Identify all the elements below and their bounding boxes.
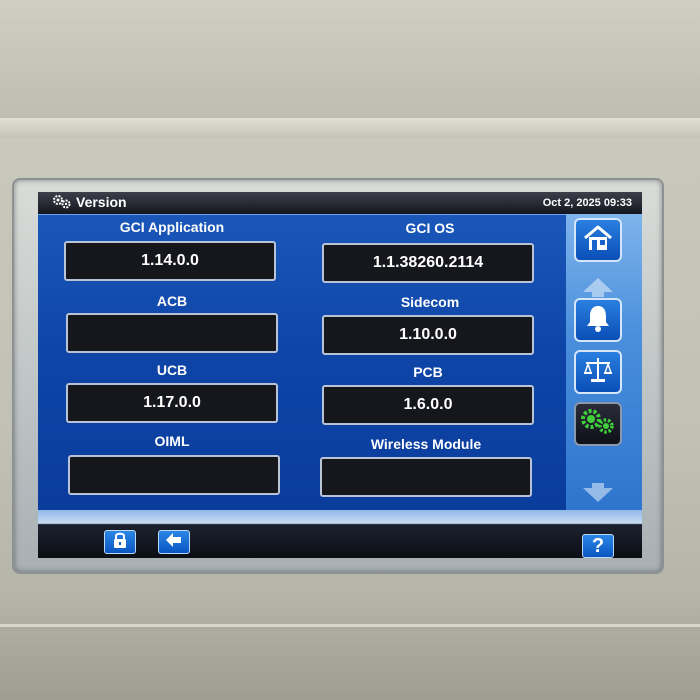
gci-os-label: GCI OS xyxy=(405,220,455,236)
acb-value xyxy=(66,313,278,353)
lock-button[interactable] xyxy=(104,530,136,554)
scroll-up-icon[interactable] xyxy=(580,276,616,298)
balance-scale-icon xyxy=(582,355,614,390)
gci-application-value: 1.14.0.0 xyxy=(64,241,276,281)
lock-icon xyxy=(112,531,128,554)
gears-icon xyxy=(578,406,618,443)
settings-gears-icon xyxy=(52,194,72,210)
weighing-button[interactable] xyxy=(574,350,622,394)
bottom-toolbar: ? xyxy=(38,510,642,558)
pcb-label: PCB xyxy=(413,364,443,380)
device-bezel-bottom xyxy=(0,600,700,700)
settings-button[interactable] xyxy=(574,402,622,446)
sidecom-label: Sidecom xyxy=(400,294,460,310)
home-icon xyxy=(582,223,614,258)
oiml-label: OIML xyxy=(154,433,190,449)
pcb-value: 1.6.0.0 xyxy=(322,385,534,425)
title-group: Version xyxy=(52,194,127,210)
gci-application-label: GCI Application xyxy=(119,219,225,235)
back-arrow-icon xyxy=(165,532,183,553)
title-bar: Version Oct 2, 2025 09:33 xyxy=(38,192,642,214)
device-bezel-lip xyxy=(0,118,700,138)
ucb-label: UCB xyxy=(156,362,188,378)
touch-screen: Version Oct 2, 2025 09:33 GCI Applicatio… xyxy=(38,192,642,558)
device-bezel-top xyxy=(0,0,700,122)
bell-icon xyxy=(583,303,613,338)
help-button[interactable]: ? xyxy=(582,534,614,558)
navigation-sidebar xyxy=(566,214,642,516)
device-bezel-seam xyxy=(0,624,700,627)
wireless-module-value xyxy=(320,457,532,497)
sidecom-value: 1.10.0.0 xyxy=(322,315,534,355)
help-icon: ? xyxy=(591,534,605,557)
scroll-down-icon[interactable] xyxy=(580,482,616,504)
home-button[interactable] xyxy=(574,218,622,262)
acb-label: ACB xyxy=(156,293,188,309)
version-panel: GCI Application 1.14.0.0 GCI OS 1.1.3826… xyxy=(38,214,566,511)
gci-os-value: 1.1.38260.2114 xyxy=(322,243,534,283)
wireless-module-label: Wireless Module xyxy=(370,436,482,452)
page-title: Version xyxy=(76,194,127,210)
datetime-readout: Oct 2, 2025 09:33 xyxy=(542,197,632,209)
oiml-value xyxy=(68,455,280,495)
ucb-value: 1.17.0.0 xyxy=(66,383,278,423)
alarms-button[interactable] xyxy=(574,298,622,342)
back-button[interactable] xyxy=(158,530,190,554)
